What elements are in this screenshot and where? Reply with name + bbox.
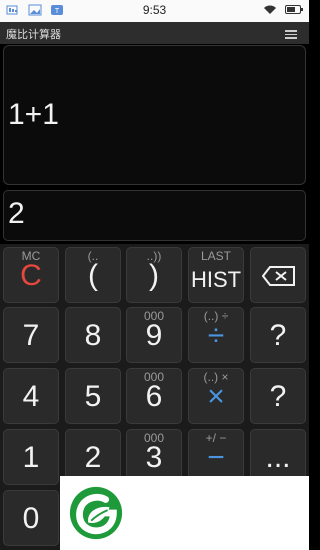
digit-1-label: 1 bbox=[22, 441, 40, 474]
digit-8-label: 8 bbox=[84, 319, 102, 352]
close-paren-key[interactable]: ..)) ) bbox=[126, 247, 182, 303]
status-right-icons bbox=[263, 4, 303, 15]
digit-8-key[interactable]: 8 bbox=[65, 307, 121, 363]
menu-icon[interactable] bbox=[285, 30, 297, 41]
digit-4-label: 4 bbox=[22, 380, 40, 413]
result-display: 2 bbox=[3, 190, 306, 241]
app-title: 魔比计算器 bbox=[6, 29, 61, 41]
more-label: ... bbox=[265, 441, 291, 474]
digit-1-key[interactable]: 1 bbox=[3, 429, 59, 485]
digit-3-label: 3 bbox=[145, 441, 163, 474]
app-title-bar: 魔比计算器 bbox=[0, 22, 309, 44]
digit-4-key[interactable]: 4 bbox=[3, 368, 59, 424]
battery-icon bbox=[285, 5, 303, 14]
digit-0-label: 0 bbox=[22, 502, 40, 535]
backspace-key[interactable] bbox=[250, 247, 306, 303]
digit-6-label: 6 bbox=[145, 380, 163, 413]
close-paren-label: ) bbox=[149, 259, 159, 292]
divide-label: ÷ bbox=[207, 319, 225, 352]
digit-7-label: 7 bbox=[22, 319, 40, 352]
minus-label: − bbox=[207, 441, 225, 474]
multiply-label: × bbox=[207, 380, 225, 413]
unknown-key-1[interactable]: ? bbox=[250, 307, 306, 363]
last-label: LAST bbox=[200, 249, 231, 263]
hist-label: HIST bbox=[190, 267, 242, 292]
digit-2-label: 2 bbox=[84, 441, 102, 474]
digit-9-label: 9 bbox=[145, 319, 163, 352]
multiply-key[interactable]: (..) × × bbox=[188, 368, 244, 424]
digit-0-key[interactable]: 0 bbox=[3, 490, 59, 546]
backspace-icon bbox=[262, 266, 295, 286]
divide-key[interactable]: (..) ÷ ÷ bbox=[188, 307, 244, 363]
open-paren-key[interactable]: (.. ( bbox=[65, 247, 121, 303]
digit-5-key[interactable]: 5 bbox=[65, 368, 121, 424]
digit-7-key[interactable]: 7 bbox=[3, 307, 59, 363]
wifi-icon bbox=[264, 5, 276, 14]
unknown-key-2[interactable]: ? bbox=[250, 368, 306, 424]
unknown-label-1: ? bbox=[269, 319, 287, 352]
status-bar: T 9:53 bbox=[0, 0, 309, 22]
history-key[interactable]: LAST HIST bbox=[188, 247, 244, 303]
digit-6-key[interactable]: 000 6 bbox=[126, 368, 182, 424]
clear-label: C bbox=[20, 259, 42, 292]
leaf-logo-icon bbox=[69, 486, 123, 540]
open-paren-label: ( bbox=[88, 259, 98, 292]
digit-9-key[interactable]: 000 9 bbox=[126, 307, 182, 363]
digit-5-label: 5 bbox=[84, 380, 102, 413]
logo-overlay bbox=[60, 476, 309, 550]
unknown-label-2: ? bbox=[269, 380, 287, 413]
expression-display: 1+1 bbox=[3, 45, 306, 185]
result-text: 2 bbox=[8, 197, 25, 230]
clear-key[interactable]: MC C bbox=[3, 247, 59, 303]
expression-text: 1+1 bbox=[8, 98, 59, 131]
